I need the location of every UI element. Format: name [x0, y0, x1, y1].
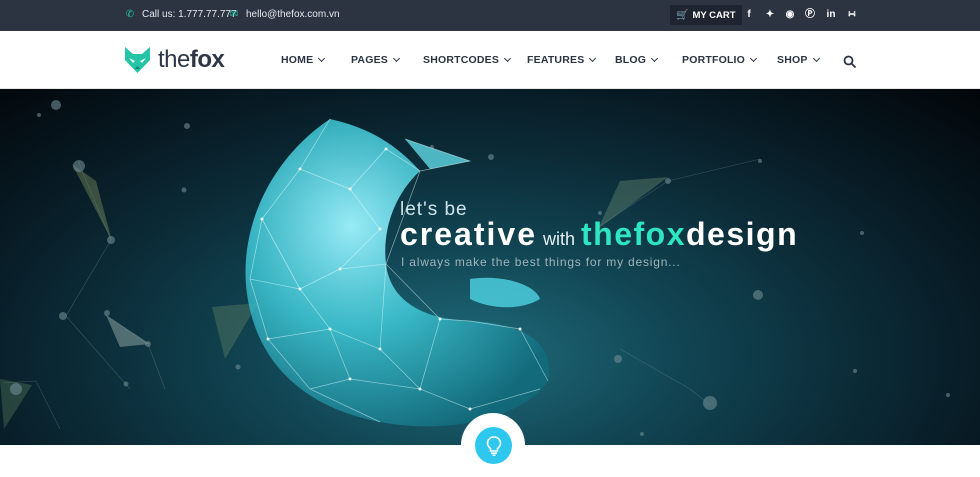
logo-text: thefox [158, 46, 225, 73]
phone-contact: ✆ Call us: 1.777.77.777 [124, 9, 237, 20]
dribbble-icon[interactable]: ◉ [783, 9, 797, 21]
nav-blog-label: BLOG [615, 54, 647, 66]
nav-shop-label: SHOP [777, 54, 808, 66]
chevron-down-icon [392, 54, 401, 63]
twitter-icon[interactable]: ✦ [763, 9, 777, 21]
chevron-down-icon [812, 54, 820, 63]
hero-slider: let's be creative with thefox design I a… [0, 89, 980, 445]
nav-home-label: HOME [281, 54, 314, 66]
feature-badge [461, 413, 525, 477]
cart-label: MY CART [692, 9, 736, 21]
nav-home[interactable]: HOME [281, 54, 326, 66]
headline-word-with: with [542, 229, 575, 249]
fox-logo-icon [125, 47, 150, 73]
email-text[interactable]: hello@thefox.com.vn [246, 9, 340, 20]
chevron-down-icon [504, 54, 512, 63]
my-cart-button[interactable]: 🛒 MY CART [670, 5, 742, 25]
pinterest-icon[interactable]: Ⓟ [803, 9, 817, 21]
headline-word-thefox: thefox [581, 216, 686, 252]
chevron-down-icon [750, 54, 758, 63]
nav-shortcodes-label: SHORTCODES [423, 54, 500, 66]
nav-portfolio-label: PORTFOLIO [682, 54, 746, 66]
linkedin-icon[interactable]: in [824, 9, 838, 21]
badge-circle [475, 427, 512, 464]
nav-shop[interactable]: SHOP [777, 54, 820, 66]
chevron-down-icon [589, 54, 597, 63]
nav-features[interactable]: FEATURES [527, 54, 597, 66]
rss-icon[interactable]: ∺ [845, 9, 859, 21]
site-logo[interactable]: thefox [124, 46, 225, 74]
chevron-down-icon [318, 54, 326, 63]
nav-shortcodes[interactable]: SHORTCODES [423, 54, 512, 66]
hero-headline: creative with thefox design [400, 216, 798, 253]
headline-word-creative: creative [400, 216, 537, 252]
email-contact[interactable]: ✉ hello@thefox.com.vn [228, 9, 340, 20]
main-navigation: thefox HOME PAGES SHORTCODES FEATURES BL… [0, 31, 980, 89]
lightbulb-icon [486, 435, 501, 456]
nav-pages[interactable]: PAGES [351, 54, 401, 66]
chevron-down-icon [651, 54, 659, 63]
facebook-icon[interactable]: f [742, 9, 756, 21]
nav-features-label: FEATURES [527, 54, 585, 66]
phone-text: Call us: 1.777.77.777 [142, 9, 237, 20]
hero-subtitle: I always make the best things for my des… [401, 255, 681, 269]
search-icon[interactable] [843, 55, 857, 69]
nav-portfolio[interactable]: PORTFOLIO [682, 54, 758, 66]
top-bar: ✆ Call us: 1.777.77.777 ✉ hello@thefox.c… [0, 0, 980, 31]
phone-icon: ✆ [125, 9, 135, 20]
nav-blog[interactable]: BLOG [615, 54, 659, 66]
envelope-icon: ✉ [229, 9, 239, 20]
headline-word-design: design [686, 216, 799, 252]
basket-icon: 🛒 [676, 9, 689, 21]
nav-pages-label: PAGES [351, 54, 388, 66]
